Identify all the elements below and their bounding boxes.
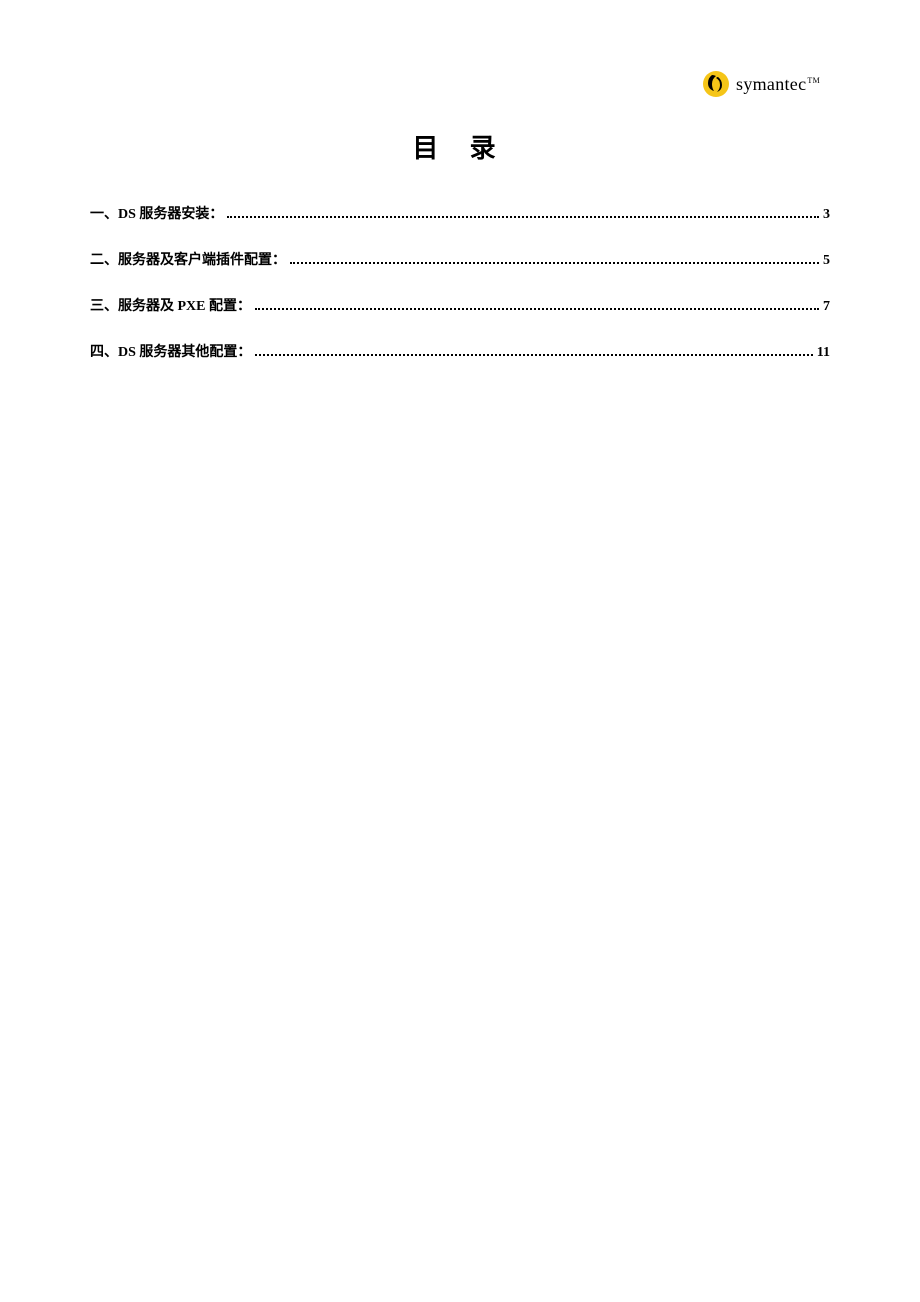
- toc-label: 三、服务器及 PXE 配置：: [90, 295, 251, 315]
- logo-name: symantec: [736, 74, 806, 94]
- logo-tm: TM: [807, 76, 820, 85]
- toc-leader-dots: [290, 262, 819, 264]
- toc-leader-dots: [255, 354, 812, 356]
- toc-entry: 一、DS 服务器安装： 3: [90, 203, 830, 223]
- page-title: 目 录: [90, 128, 830, 165]
- toc-label: 二、服务器及客户端插件配置：: [90, 249, 286, 269]
- logo-area: symantecTM: [90, 70, 830, 98]
- toc-entry: 二、服务器及客户端插件配置： 5: [90, 249, 830, 269]
- toc-entry: 三、服务器及 PXE 配置： 7: [90, 295, 830, 315]
- document-page: symantecTM 目 录 一、DS 服务器安装： 3 二、服务器及客户端插件…: [0, 0, 920, 477]
- toc-page-number: 11: [817, 345, 830, 361]
- toc-label: 四、DS 服务器其他配置：: [90, 341, 251, 361]
- toc-page-number: 5: [823, 253, 830, 269]
- toc-leader-dots: [227, 216, 819, 218]
- symantec-logo-icon: [702, 70, 730, 98]
- toc-page-number: 3: [823, 207, 830, 223]
- toc-leader-dots: [255, 308, 819, 310]
- toc-entry: 四、DS 服务器其他配置： 11: [90, 341, 830, 361]
- table-of-contents: 一、DS 服务器安装： 3 二、服务器及客户端插件配置： 5 三、服务器及 PX…: [90, 203, 830, 361]
- logo-text: symantecTM: [736, 74, 820, 95]
- toc-page-number: 7: [823, 299, 830, 315]
- toc-label: 一、DS 服务器安装：: [90, 203, 223, 223]
